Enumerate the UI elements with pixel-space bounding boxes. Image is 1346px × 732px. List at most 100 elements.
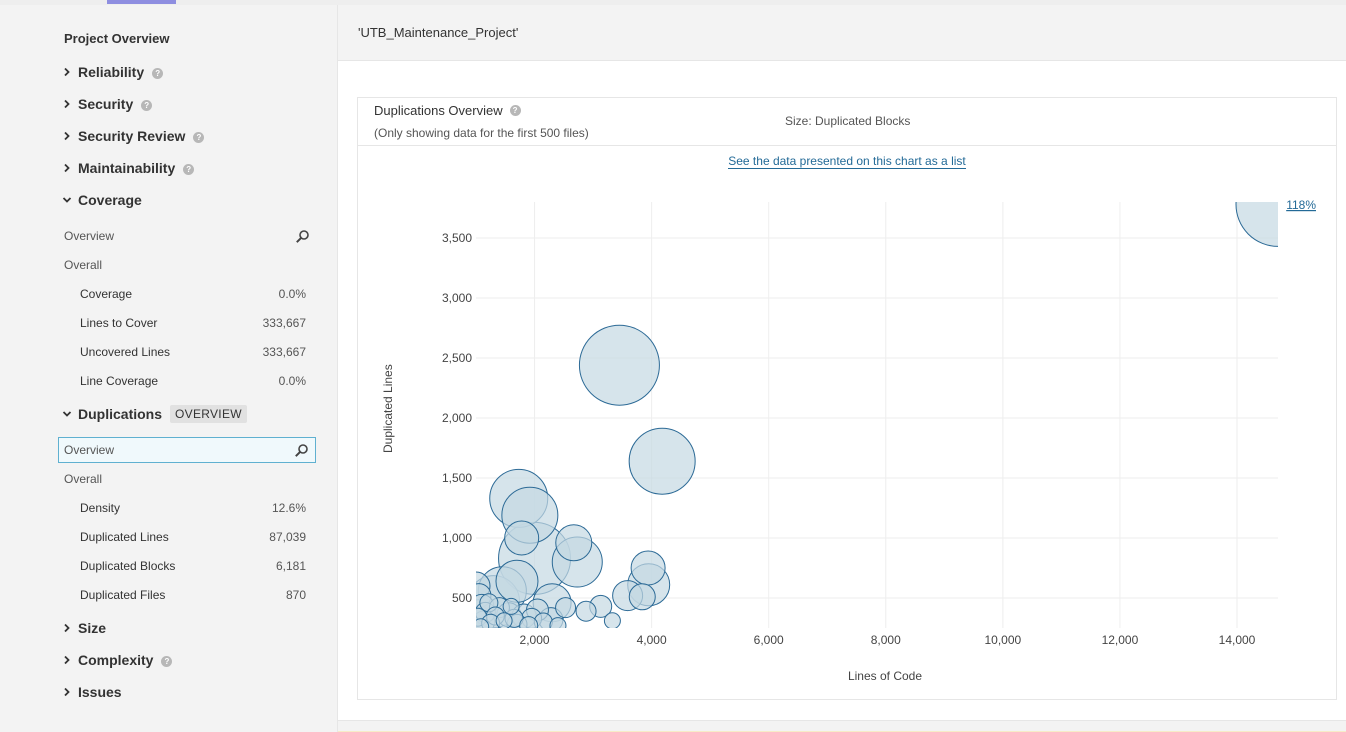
metric-value: 0.0% xyxy=(278,374,306,388)
bubble-chart-icon xyxy=(294,443,309,458)
overall-label: Overall xyxy=(64,472,103,486)
project-name: 'UTB_Maintenance_Project' xyxy=(358,25,519,40)
domain-complexity[interactable]: Complexity? xyxy=(62,650,173,670)
domain-label: Complexity xyxy=(78,652,154,668)
help-icon[interactable]: ? xyxy=(161,656,173,667)
chevron-right-icon xyxy=(62,163,78,173)
file-bubble[interactable] xyxy=(555,597,577,619)
x-tick-label: 6,000 xyxy=(754,633,784,647)
main-content: 'UTB_Maintenance_Project' Duplications O… xyxy=(338,5,1346,732)
domain-security-review[interactable]: Security Review? xyxy=(62,126,205,146)
coverage-metric-uncovered-lines[interactable]: Uncovered Lines 333,667 xyxy=(58,339,316,365)
metric-label: Duplicated Lines xyxy=(80,530,169,544)
metric-label: Line Coverage xyxy=(80,374,159,388)
file-bubble[interactable] xyxy=(628,583,656,611)
metric-value: 870 xyxy=(285,588,306,602)
metric-label: Uncovered Lines xyxy=(80,345,171,359)
chevron-right-icon xyxy=(62,687,78,697)
domain-label: Issues xyxy=(78,684,122,700)
coverage-metric-line-coverage[interactable]: Line Coverage 0.0% xyxy=(58,368,316,394)
y-tick-label: 3,500 xyxy=(442,231,472,245)
file-bubble[interactable] xyxy=(578,324,660,406)
metric-label: Lines to Cover xyxy=(80,316,158,330)
file-bubble[interactable] xyxy=(603,612,621,629)
x-tick-label: 2,000 xyxy=(520,633,550,647)
y-tick-label: 1,500 xyxy=(442,471,472,485)
file-bubble[interactable] xyxy=(495,612,513,629)
domain-duplications[interactable]: Duplications OVERVIEW xyxy=(62,404,247,424)
metric-label: Density xyxy=(80,501,121,515)
duplications-overview-item[interactable]: Overview xyxy=(58,437,316,463)
coverage-overall-heading: Overall xyxy=(58,252,316,278)
file-bubble[interactable] xyxy=(549,617,567,634)
chevron-right-icon xyxy=(62,99,78,109)
metric-value: 333,667 xyxy=(262,345,306,359)
metric-value: 12.6% xyxy=(271,501,306,515)
x-tick-label: 14,000 xyxy=(1219,633,1256,647)
file-bubble[interactable] xyxy=(495,559,539,603)
domain-maintainability[interactable]: Maintainability? xyxy=(62,158,195,178)
x-tick-label: 10,000 xyxy=(985,633,1022,647)
bubble-chart[interactable]: 2,000 4,000 6,000 8,000 10,000 12,000 14,000 50… xyxy=(358,98,1336,699)
y-tick-label: 2,000 xyxy=(442,411,472,425)
file-bubble[interactable] xyxy=(630,550,666,586)
chevron-down-icon xyxy=(62,409,78,419)
file-bubble[interactable] xyxy=(504,520,540,556)
project-header: 'UTB_Maintenance_Project' xyxy=(338,5,1346,61)
metric-value: 333,667 xyxy=(262,316,306,330)
domain-coverage[interactable]: Coverage xyxy=(62,190,142,210)
y-tick-label: 2,500 xyxy=(442,351,472,365)
file-bubble[interactable] xyxy=(502,597,520,615)
duplications-metric-duplicated-files[interactable]: Duplicated Files 870 xyxy=(58,582,316,608)
bubble-chart-icon xyxy=(295,229,310,244)
sidebar-title[interactable]: Project Overview xyxy=(64,31,170,46)
coverage-metric-lines-to-cover[interactable]: Lines to Cover 333,667 xyxy=(58,310,316,336)
y-tick-label: 1,000 xyxy=(442,531,472,545)
domain-size[interactable]: Size xyxy=(62,618,106,638)
overview-label: Overview xyxy=(64,443,115,457)
domain-label: Security Review xyxy=(78,128,186,144)
metric-value: 87,039 xyxy=(269,530,306,544)
duplications-overview-panel: Duplications Overview ? (Only showing da… xyxy=(357,97,1337,700)
coverage-overview-item[interactable]: Overview xyxy=(58,223,316,249)
x-tick-label: 12,000 xyxy=(1102,633,1139,647)
x-tick-label: 8,000 xyxy=(871,633,901,647)
domain-issues[interactable]: Issues xyxy=(62,682,122,702)
y-axis-label: Duplicated Lines xyxy=(381,364,395,453)
help-icon[interactable]: ? xyxy=(141,100,153,111)
overview-badge: OVERVIEW xyxy=(170,405,247,423)
measures-sidebar: Project Overview Reliability? Security? Se… xyxy=(0,5,338,732)
file-bubble[interactable] xyxy=(628,427,696,495)
domain-label: Reliability xyxy=(78,64,145,80)
domain-label: Size xyxy=(78,620,107,636)
x-tick-label: 4,000 xyxy=(637,633,667,647)
overall-label: Overall xyxy=(64,258,103,272)
x-axis-label: Lines of Code xyxy=(848,669,922,683)
coverage-metric-coverage[interactable]: Coverage 0.0% xyxy=(58,281,316,307)
metric-label: Duplicated Files xyxy=(80,588,166,602)
metric-label: Duplicated Blocks xyxy=(80,559,176,573)
file-bubble[interactable] xyxy=(473,618,490,635)
duplications-metric-duplicated-lines[interactable]: Duplicated Lines 87,039 xyxy=(58,524,316,550)
duplications-overall-heading: Overall xyxy=(58,466,316,492)
metric-value: 6,181 xyxy=(275,559,306,573)
bottom-strip xyxy=(338,720,1346,732)
file-bubble[interactable] xyxy=(575,600,597,622)
help-icon[interactable]: ? xyxy=(193,132,205,143)
help-icon[interactable]: ? xyxy=(183,164,195,175)
help-icon[interactable]: ? xyxy=(152,68,164,79)
domain-label: Maintainability xyxy=(78,160,176,176)
duplications-metric-duplicated-blocks[interactable]: Duplicated Blocks 6,181 xyxy=(58,553,316,579)
metric-label: Coverage xyxy=(80,287,133,301)
chevron-right-icon xyxy=(62,131,78,141)
zoom-level-link[interactable]: 118% xyxy=(1286,198,1316,212)
y-tick-label: 500 xyxy=(452,591,472,605)
metric-value: 0.0% xyxy=(278,287,306,301)
y-tick-label: 3,000 xyxy=(442,291,472,305)
bubble-group xyxy=(473,202,1278,635)
file-bubble[interactable] xyxy=(555,524,593,562)
duplications-metric-density[interactable]: Density 12.6% xyxy=(58,495,316,521)
file-bubble[interactable] xyxy=(519,616,539,635)
domain-security[interactable]: Security? xyxy=(62,94,153,114)
domain-reliability[interactable]: Reliability? xyxy=(62,62,164,82)
